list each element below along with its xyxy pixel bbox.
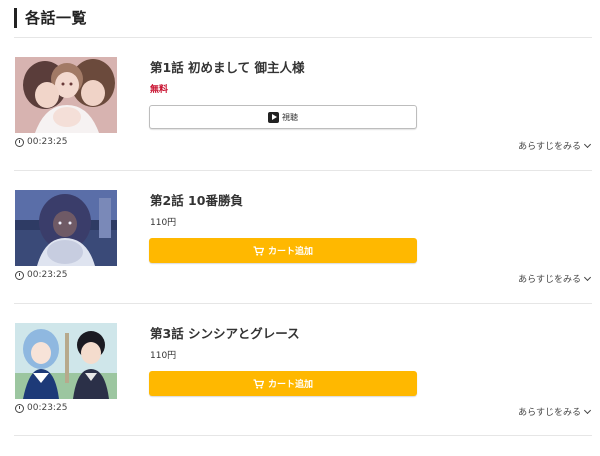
play-icon [268, 111, 279, 123]
episode-price: 無料 [150, 85, 169, 95]
divider [14, 170, 592, 171]
duration-text: 00:23:25 [27, 270, 68, 280]
section-title: 各話一覧 [25, 9, 88, 27]
synopsis-toggle[interactable]: あらすじをみる [518, 139, 592, 152]
header-accent-bar [14, 7, 17, 28]
episode-price: 110円 [150, 351, 177, 361]
add-to-cart-label: カート追加 [267, 247, 313, 257]
clock-icon [15, 270, 24, 280]
add-to-cart-button[interactable]: カート追加 [149, 238, 417, 263]
add-to-cart-button[interactable]: カート追加 [149, 371, 417, 396]
clock-icon [15, 403, 24, 413]
divider [14, 435, 592, 436]
clock-icon [15, 137, 24, 147]
episode-item-3: 00:23:25 第3話 シンシアとグレース 110円 カート追加 あらすじをみ… [0, 323, 600, 456]
chevron-down-icon [583, 406, 592, 414]
divider [14, 303, 592, 304]
episode-thumbnail[interactable] [15, 190, 117, 266]
watch-button[interactable]: 視聴 [149, 105, 417, 129]
cart-icon [253, 378, 264, 389]
divider [14, 37, 592, 38]
synopsis-label: あらすじをみる [518, 275, 581, 285]
episode-duration: 00:23:25 [15, 403, 67, 413]
episode-duration: 00:23:25 [15, 270, 67, 280]
chevron-down-icon [583, 140, 592, 148]
duration-text: 00:23:25 [27, 137, 68, 147]
episode-title[interactable]: 第3話 シンシアとグレース [150, 323, 300, 342]
synopsis-label: あらすじをみる [518, 142, 581, 152]
add-to-cart-label: カート追加 [267, 380, 313, 390]
episode-thumbnail[interactable] [15, 57, 117, 133]
episode-duration: 00:23:25 [15, 137, 67, 147]
section-header: 各話一覧 [14, 7, 87, 28]
duration-text: 00:23:25 [27, 403, 68, 413]
synopsis-toggle[interactable]: あらすじをみる [518, 272, 592, 285]
synopsis-toggle[interactable]: あらすじをみる [518, 405, 592, 418]
cart-icon [253, 245, 264, 256]
chevron-down-icon [583, 273, 592, 281]
synopsis-label: あらすじをみる [518, 408, 581, 418]
episode-title[interactable]: 第1話 初めまして 御主人様 [150, 57, 305, 76]
watch-button-label: 視聴 [282, 112, 298, 122]
episode-thumbnail[interactable] [15, 323, 117, 399]
episode-title[interactable]: 第2話 10番勝負 [150, 190, 243, 209]
episode-price: 110円 [150, 218, 177, 228]
